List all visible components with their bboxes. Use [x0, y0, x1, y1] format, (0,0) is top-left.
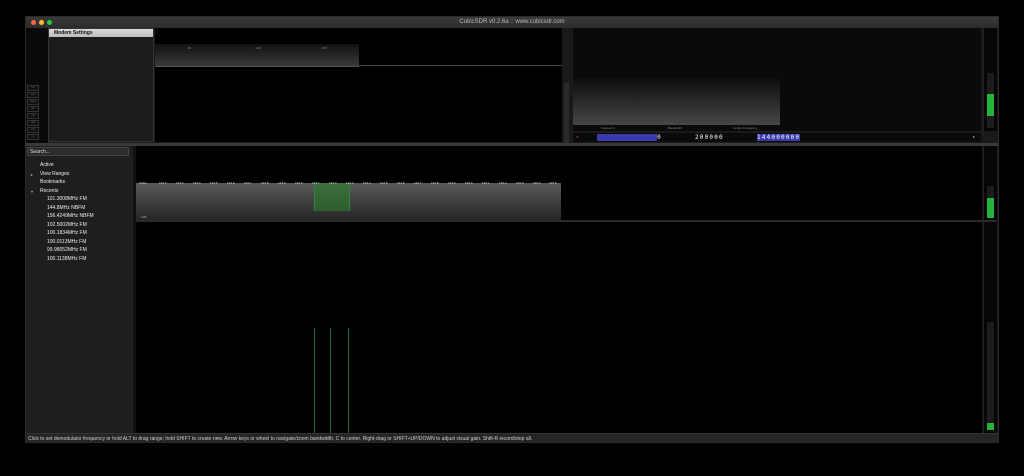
freq-tick: 0.0Hz: [139, 181, 147, 185]
mode-button-iq[interactable]: I/Q: [27, 134, 39, 140]
meter-level: [987, 423, 994, 430]
left-arrow-icon[interactable]: ◂: [576, 134, 578, 139]
freq-tick: 144.3: [346, 181, 354, 185]
freq-tick: 145.0: [465, 181, 473, 185]
tree-item-recents[interactable]: Recents: [40, 188, 58, 195]
tree-item-view-ranges[interactable]: View Ranges: [40, 171, 69, 178]
freq-tick: 145.3: [516, 181, 524, 185]
mode-button-am[interactable]: AM: [27, 106, 39, 112]
recent-item[interactable]: 100.0113MHz FM: [47, 239, 86, 246]
center-frequency-value[interactable]: 144000000: [757, 134, 801, 141]
freq-tick: 144.7: [414, 181, 422, 185]
recent-item[interactable]: 100.1834MHz FM: [47, 230, 87, 237]
center-frequency-label: Center Frequency: [733, 126, 758, 130]
demodulator-band[interactable]: [314, 183, 350, 211]
freq-tick: 144.6: [397, 181, 405, 185]
scope-tick: -100: [255, 46, 262, 50]
mode-button-lsb[interactable]: LSB: [27, 113, 39, 119]
freq-tick: 144.0: [295, 181, 303, 185]
demod-spectrum-plot: [573, 78, 780, 125]
freq-tick: 144.4: [363, 181, 371, 185]
freq-tick: 143.3: [176, 181, 184, 185]
mode-button-usb[interactable]: USB: [27, 120, 39, 126]
scope-tick: -50: [187, 46, 192, 50]
frequency-bar: ◂ 0 200000 144000000 ▸: [573, 133, 981, 142]
freq-tick: 143.6: [227, 181, 235, 185]
mode-button-fm[interactable]: FM: [27, 85, 39, 91]
freq-tick: 144.2: [329, 181, 337, 185]
vertical-splitter[interactable]: [562, 28, 572, 143]
freq-tick: 145.4: [533, 181, 541, 185]
gain-meter-spectrum[interactable]: [983, 146, 997, 220]
mode-selector: FM FMS NBFM AM LSB USB DSB I/Q: [26, 28, 48, 143]
status-bar: Click to set demodulator frequency or ho…: [26, 433, 998, 442]
gain-meter-waterfall[interactable]: [983, 222, 997, 433]
modem-settings-header[interactable]: Modem Settings: [49, 29, 153, 37]
freq-tick: 144.1: [312, 181, 320, 185]
recent-item[interactable]: 144.8MHz NBFM: [47, 205, 85, 212]
scope-tick: -150: [321, 46, 328, 50]
search-input[interactable]: Search...: [27, 147, 129, 156]
recent-item[interactable]: 102.5002MHz FM: [47, 222, 87, 229]
freq-tick: 143.8: [261, 181, 269, 185]
recent-item[interactable]: 101.3008MHz FM: [47, 196, 87, 203]
audio-scope[interactable]: -50 -100 -150: [155, 28, 562, 142]
mode-button-dsb[interactable]: DSB: [27, 127, 39, 133]
recent-item[interactable]: 99.98052MHz FM: [47, 247, 87, 254]
waterfall-signal-line: [330, 328, 331, 433]
meter-level: [987, 94, 994, 116]
bandwidth-label: Bandwidth: [668, 126, 683, 130]
main-spectrum[interactable]: 0.0Hz 143.2 143.3 143.4 143.5 143.6 143.…: [136, 146, 982, 220]
freq-tick: 145.2: [499, 181, 507, 185]
demod-spectrum[interactable]: Frequency Bandwidth Center Frequency: [573, 28, 981, 131]
window-title: CubicSDR v0.2.6a :: www.cubicsdr.com: [459, 19, 565, 25]
cubicsdr-window: CubicSDR v0.2.6a :: www.cubicsdr.com FM …: [25, 16, 999, 443]
bandwidth-value[interactable]: 200000: [695, 134, 724, 141]
tree-item-bookmarks[interactable]: Bookmarks: [40, 179, 65, 186]
freq-tick: 143.4: [193, 181, 201, 185]
tree-item-active[interactable]: Active: [40, 162, 54, 169]
freq-tick: 145.1: [482, 181, 490, 185]
modem-settings-panel[interactable]: Modem Settings: [48, 28, 154, 142]
gain-meter-top[interactable]: [983, 28, 997, 131]
bookmarks-panel: Search... Active ▸ View Ranges Bookmarks…: [26, 146, 133, 433]
mode-button-nbfm[interactable]: NBFM: [27, 99, 39, 105]
expand-arrow-icon[interactable]: ▸: [31, 172, 33, 177]
mode-button-fms[interactable]: FMS: [27, 92, 39, 98]
recent-item[interactable]: 156.4249MHz NBFM: [47, 213, 94, 220]
scope-baseline: [359, 65, 562, 66]
waterfall-signal-line: [348, 328, 349, 433]
freq-tick: 144.9: [448, 181, 456, 185]
collapse-arrow-icon[interactable]: ▾: [31, 189, 33, 194]
freq-tick: 144.8: [431, 181, 439, 185]
db-label: -1dB: [140, 215, 147, 219]
freq-tick: 143.5: [210, 181, 218, 185]
freq-tick: 143.9: [278, 181, 286, 185]
meter-track: [987, 322, 994, 430]
freq-tick: 144.5: [380, 181, 388, 185]
waterfall-signal-line: [314, 328, 315, 433]
frequency-label: Frequency: [601, 126, 616, 130]
freq-tick: 145.5: [549, 181, 557, 185]
right-arrow-icon[interactable]: ▸: [973, 134, 975, 139]
frequency-value[interactable]: 0: [633, 134, 662, 141]
freq-tick: 143.7: [244, 181, 252, 185]
freq-tick: 143.2: [159, 181, 167, 185]
recent-item[interactable]: 100.1138MHz FM: [47, 256, 86, 263]
waterfall-display[interactable]: [136, 222, 982, 433]
meter-level: [987, 198, 994, 218]
